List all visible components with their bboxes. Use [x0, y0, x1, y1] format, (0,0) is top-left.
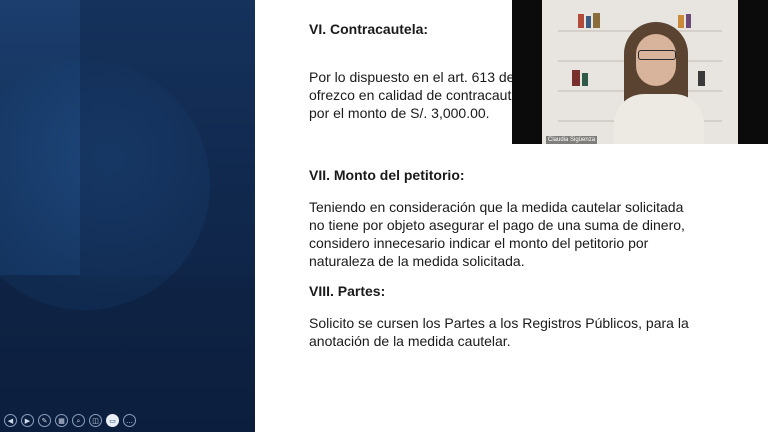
text-line: anotación de la medida cautelar.: [309, 333, 511, 349]
text-line: Teniendo en consideración que la medida …: [309, 199, 684, 215]
webcam-background: [542, 0, 738, 144]
slides-grid-icon[interactable]: ▦: [55, 414, 68, 427]
subtitles-icon[interactable]: ◫: [89, 414, 102, 427]
glasses-icon: [638, 50, 676, 60]
text-line: naturaleza de la medida solicitada.: [309, 253, 525, 269]
webcam-feed[interactable]: Claudia Sigüenza: [512, 0, 768, 144]
section-heading-vi: VI. Contracautela:: [309, 21, 429, 37]
camera-icon[interactable]: ▭: [106, 414, 119, 427]
text-line: considero innecesario indicar el monto d…: [309, 235, 649, 251]
presenter-controls: ◀ ▶ ✎ ▦ ⌕ ◫ ▭ …: [4, 414, 136, 427]
previous-slide-icon[interactable]: ◀: [4, 414, 17, 427]
text-line: no tiene por objeto asegurar el pago de …: [309, 217, 685, 233]
decorative-panel: [80, 0, 255, 275]
text-line: Solicito se cursen los Partes a los Regi…: [309, 315, 689, 331]
paragraph-vii: Teniendo en consideración que la medida …: [309, 198, 739, 270]
paragraph-viii: Solicito se cursen los Partes a los Regi…: [309, 314, 739, 350]
decorative-band: [0, 275, 255, 432]
participant-name-label: Claudia Sigüenza: [546, 136, 598, 144]
next-slide-icon[interactable]: ▶: [21, 414, 34, 427]
presenter-sidebar: ◀ ▶ ✎ ▦ ⌕ ◫ ▭ …: [0, 0, 255, 432]
pen-icon[interactable]: ✎: [38, 414, 51, 427]
section-heading-vii: VII. Monto del petitorio:: [309, 167, 465, 183]
section-heading-viii: VIII. Partes:: [309, 283, 386, 299]
more-options-icon[interactable]: …: [123, 414, 136, 427]
participant-video: [614, 22, 704, 144]
zoom-icon[interactable]: ⌕: [72, 414, 85, 427]
